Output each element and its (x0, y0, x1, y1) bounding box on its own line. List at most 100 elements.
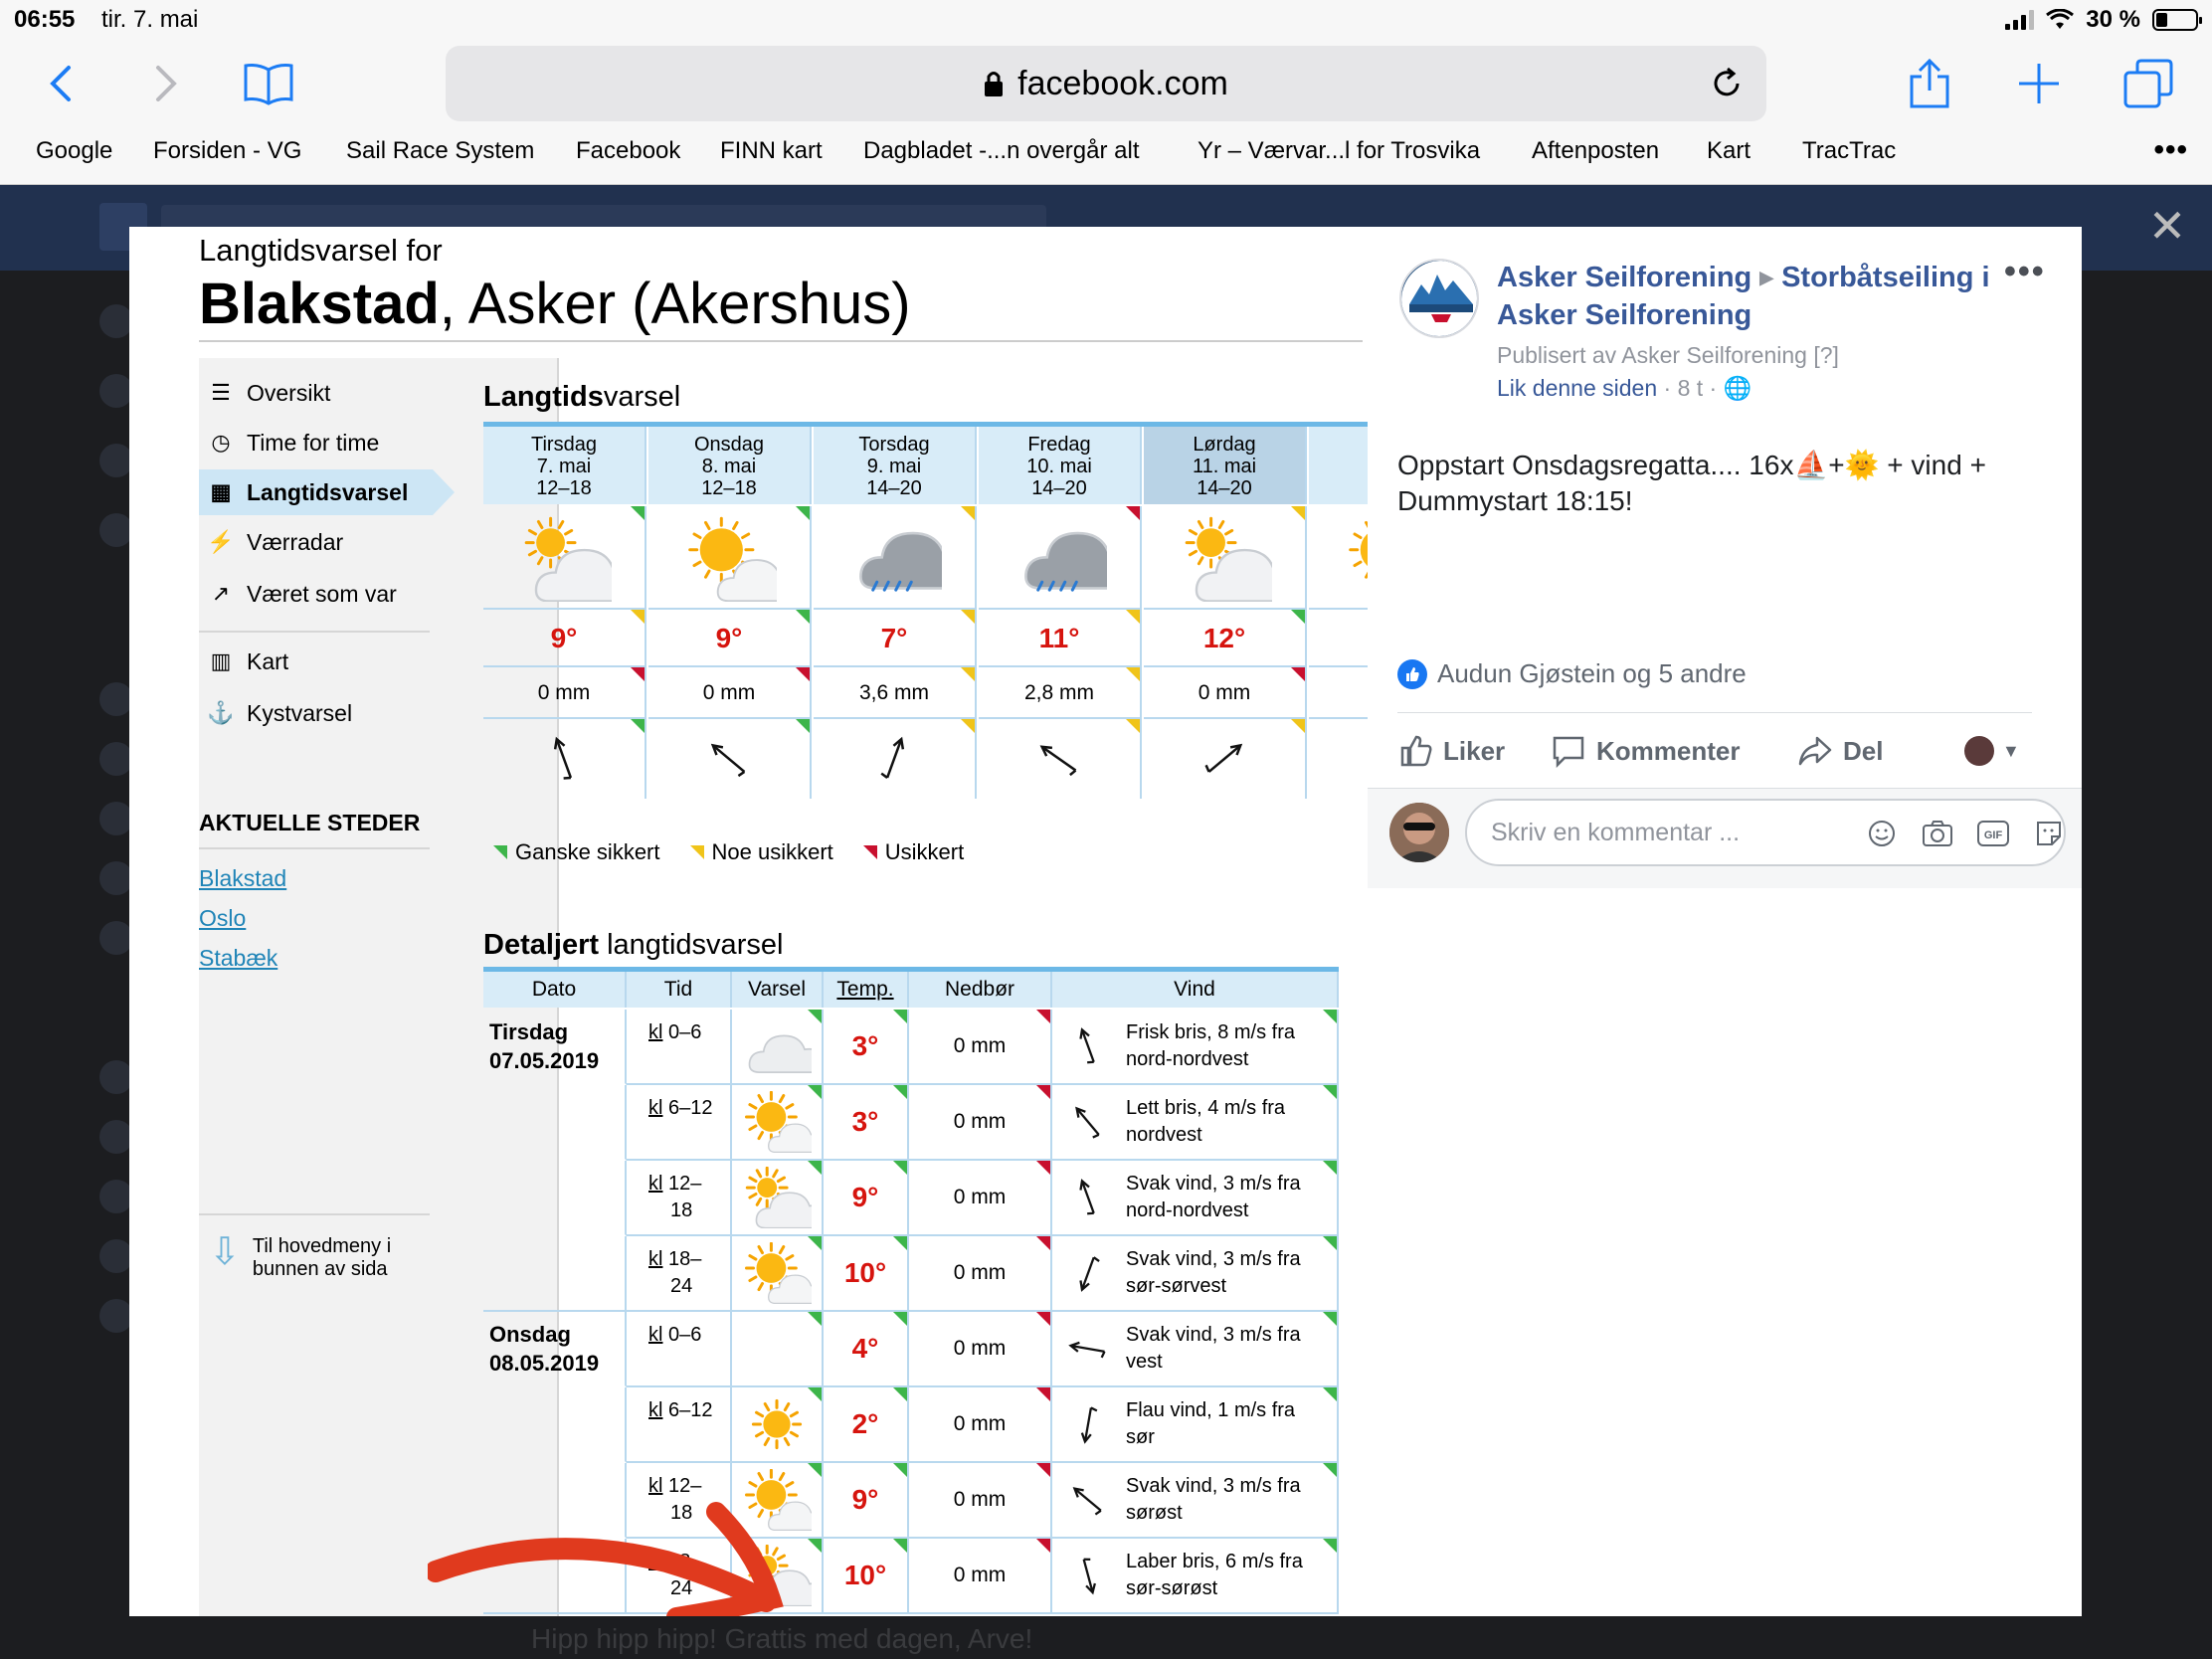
like-button[interactable]: Liker (1399, 734, 1505, 768)
wind-description: Svak vind, 3 m/s fra (1126, 1173, 1301, 1195)
sticker-icon[interactable] (2032, 817, 2066, 850)
photo-yr-screenshot[interactable]: Langtidsvarsel for Blakstad, Asker (Aker… (129, 227, 1368, 1616)
date-cell: Onsdag 08.05.2019 (483, 1312, 627, 1387)
day-temperature: 9° (483, 610, 646, 667)
red-triangle-icon (862, 845, 877, 859)
share-icon[interactable] (1902, 56, 1957, 111)
day-name: Fredag (1027, 434, 1091, 456)
share-label: Del (1843, 735, 1884, 766)
bookmark-facebook[interactable]: Facebook (576, 137, 680, 165)
time-value-cont (648, 1426, 670, 1448)
date-cell: Tirsdag 07.05.2019 (483, 1010, 627, 1085)
temp-cell: 9° (824, 1463, 909, 1539)
temperature-value: 9° (550, 623, 578, 653)
tabs-icon[interactable] (2120, 56, 2176, 111)
reload-icon[interactable] (1699, 56, 1754, 111)
bookmark-dagbladet[interactable]: Dagbladet -...n overgår alt (863, 137, 1140, 165)
temperature-value: 3° (851, 1030, 879, 1061)
reactions-summary[interactable]: Audun Gjøstein og 5 andre (1397, 658, 1747, 689)
green-triangle-icon (808, 1161, 822, 1175)
sidebar-explore-icon (99, 1060, 133, 1094)
date-day: Tirsdag (489, 1019, 569, 1044)
react-as-selector[interactable]: ▼ (1964, 736, 2020, 766)
green-triangle-icon (893, 1539, 907, 1553)
share-button[interactable]: Del (1797, 734, 1883, 768)
back-icon[interactable] (32, 56, 88, 111)
table-row: kl 6–12 3° 0 mm Lett bris, 4 m/s fra nord… (483, 1085, 1339, 1161)
red-triangle-icon (1126, 506, 1140, 520)
heading-rest: langtidsvarsel (599, 929, 784, 961)
list-icon: ☰ (211, 380, 231, 405)
photo-lightbox: Langtidsvarsel for Blakstad, Asker (Aker… (129, 227, 2082, 1616)
heading-bold: Detaljert (483, 929, 600, 961)
precipitation-value: 0 mm (953, 1110, 1007, 1133)
bookmark-tractrac[interactable]: TracTrac (1802, 137, 1896, 165)
partly-cloudy-icon (732, 1161, 824, 1236)
time-value-cont: 18 (670, 1199, 693, 1221)
comment-input[interactable] (1491, 801, 1809, 864)
page-avatar[interactable] (1399, 259, 1479, 338)
nav-label: Oversikt (247, 379, 331, 406)
lock-icon (985, 72, 1004, 96)
kl-abbr: kl (648, 1399, 663, 1421)
bookmarks-icon[interactable] (241, 56, 296, 111)
cloud-icon (732, 1010, 824, 1085)
day-time: 14–20 (866, 477, 922, 499)
address-bar[interactable]: facebook.com (446, 46, 1766, 121)
day-time: 12–18 (701, 477, 757, 499)
bookmark-yr[interactable]: Yr – Værvar...l for Trosvika (1198, 137, 1480, 165)
green-triangle-icon (893, 1161, 907, 1175)
divider (1397, 712, 2032, 713)
temp-cell: 3° (824, 1010, 909, 1085)
comment-box[interactable]: GIF (1465, 799, 2066, 866)
emoji-icon[interactable] (1865, 817, 1899, 850)
red-arrow-annotation (428, 1502, 784, 1616)
camera-icon[interactable] (1921, 817, 1954, 850)
bookmark-aftenposten[interactable]: Aftenposten (1532, 137, 1659, 165)
bookmark-kart[interactable]: Kart (1707, 137, 1751, 165)
bookmark-finn-kart[interactable]: FINN kart (720, 137, 823, 165)
yellow-triangle-icon (1126, 610, 1140, 624)
green-triangle-icon (808, 1539, 822, 1553)
more-bookmarks-icon[interactable]: ••• (2153, 133, 2188, 167)
precipitation-value: 3,6 mm (858, 681, 929, 704)
close-icon[interactable]: ✕ (2142, 201, 2192, 251)
temperature-value: 3° (851, 1106, 879, 1137)
precip-cell: 0 mm (909, 1236, 1052, 1312)
forward-icon[interactable] (139, 56, 195, 111)
like-page-link[interactable]: Lik denne siden (1497, 375, 1657, 401)
bookmark-sail-race-system[interactable]: Sail Race System (346, 137, 534, 165)
day-header: Torsdag 9. mai 14–20 (814, 427, 977, 504)
time-value-cont (648, 1048, 670, 1070)
bookmark-google[interactable]: Google (36, 137, 112, 165)
clock-icon: ◷ (211, 430, 231, 455)
wind-description: Svak vind, 3 m/s fra (1126, 1248, 1301, 1270)
comment-button[interactable]: Kommenter (1551, 734, 1740, 768)
back-line-2: bunnen av sida (252, 1258, 388, 1280)
browser-toolbar: facebook.com (0, 44, 2212, 125)
bookmarks-bar: Google Forsiden - VG Sail Race System Fa… (0, 133, 2212, 173)
yellow-triangle-icon (1291, 719, 1305, 733)
temperature-value: 11° (1038, 623, 1080, 653)
temperature-value: 10° (843, 1257, 887, 1288)
divider (199, 340, 1363, 342)
moon-icon (732, 1312, 824, 1387)
day-date: 9. mai (866, 456, 922, 477)
green-triangle-icon (1323, 1010, 1337, 1023)
day-precipitation: 0 mm (1144, 667, 1307, 719)
more-options-icon[interactable]: ••• (2004, 253, 2046, 291)
bookmark-vg[interactable]: Forsiden - VG (153, 137, 301, 165)
divider (199, 1213, 430, 1215)
post-age: · 8 t · (1657, 375, 1724, 401)
precipitation-value: 0 mm (537, 681, 591, 704)
page-name-link[interactable]: Asker Seilforening (1497, 262, 1751, 293)
longterm-day-column: Lørdag 11. mai 14–20 12° 0 mm (1144, 427, 1307, 815)
green-triangle-icon (631, 719, 645, 733)
wind-arrow-icon (1068, 1176, 1108, 1219)
detail-table: Dato Tid Varsel Temp. Nedbør Vind Tirsda… (483, 967, 1339, 1614)
new-tab-icon[interactable] (2011, 56, 2067, 111)
gif-icon[interactable]: GIF (1976, 817, 2010, 850)
wind-arrow-icon (483, 719, 646, 799)
day-time: 14–20 (1197, 477, 1252, 499)
temp-cell: 2° (824, 1387, 909, 1463)
